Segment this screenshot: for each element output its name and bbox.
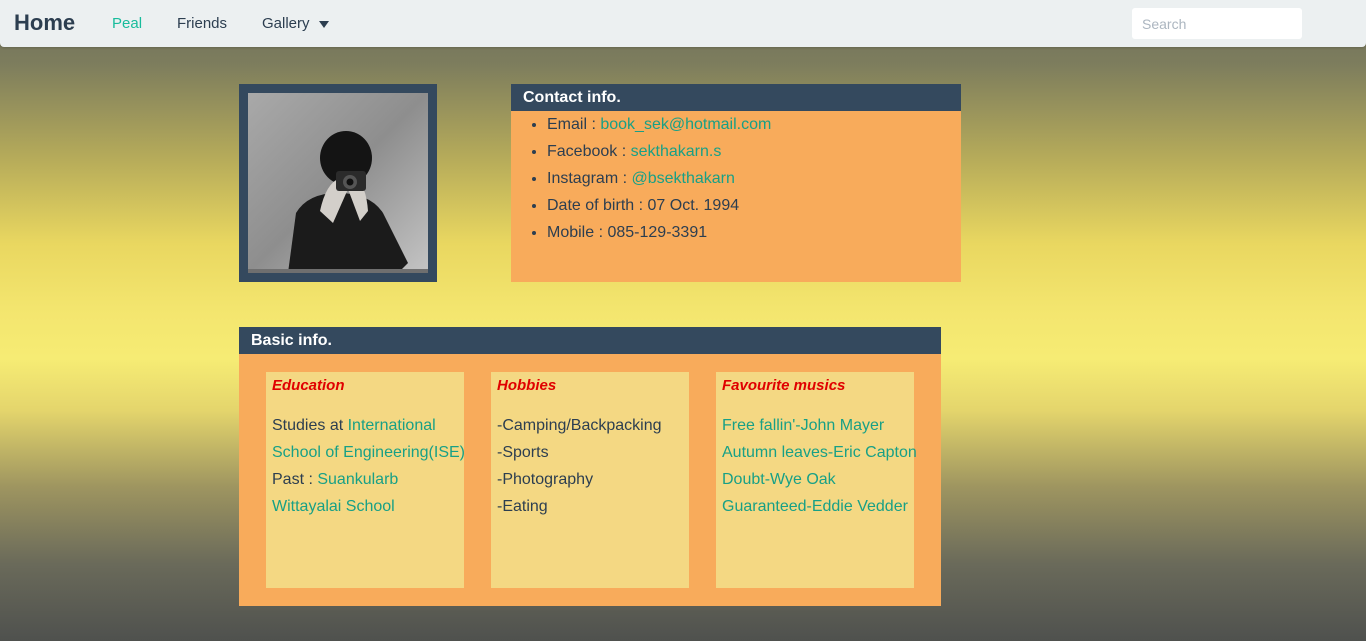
past-link-line2[interactable]: Wittayalai School bbox=[272, 498, 395, 515]
profile-photo bbox=[248, 93, 428, 273]
navbar: Home Peal Friends Gallery bbox=[0, 0, 1366, 47]
contact-list: Email : book_sek@hotmail.com Facebook : … bbox=[511, 111, 961, 246]
music-row: Guaranteed-Eddie Vedder bbox=[722, 493, 908, 520]
music-title: Favourite musics bbox=[722, 377, 846, 394]
basic-info-panel: Basic info. Education Studies at Interna… bbox=[239, 327, 941, 606]
contact-info-panel: Contact info. Email : book_sek@hotmail.c… bbox=[511, 84, 961, 282]
brand-home-link[interactable]: Home bbox=[14, 10, 75, 36]
contact-mobile: Mobile : 085-129-3391 bbox=[547, 219, 961, 246]
contact-info-title: Contact info. bbox=[511, 84, 961, 111]
music-link[interactable]: Autumn leaves-Eric Capton bbox=[722, 444, 917, 461]
education-body: Studies at International School of Engin… bbox=[272, 412, 465, 520]
education-title: Education bbox=[272, 377, 345, 394]
education-studies-line2: School of Engineering(ISE) bbox=[272, 439, 465, 466]
hobbies-list: -Camping/Backpacking -Sports -Photograph… bbox=[497, 412, 683, 520]
nav-link-friends[interactable]: Friends bbox=[177, 15, 227, 32]
education-past-line2: Wittayalai School bbox=[272, 493, 458, 520]
hobby-item: -Eating bbox=[497, 498, 548, 515]
music-row: Doubt-Wye Oak bbox=[722, 466, 908, 493]
contact-email: Email : book_sek@hotmail.com bbox=[547, 111, 961, 138]
music-link[interactable]: Doubt-Wye Oak bbox=[722, 471, 836, 488]
studies-prefix: Studies at bbox=[272, 417, 348, 434]
music-card: Favourite musics Free fallin'-John Mayer… bbox=[716, 372, 917, 588]
hobby-item: -Sports bbox=[497, 444, 549, 461]
contact-email-label: Email : bbox=[547, 116, 601, 133]
education-past: Past : Suankularb bbox=[272, 466, 458, 493]
hobbies-title: Hobbies bbox=[497, 377, 557, 394]
music-row: Autumn leaves-Eric Capton bbox=[722, 439, 917, 466]
nav-link-gallery-label: Gallery bbox=[262, 15, 310, 32]
hobby-item: -Camping/Backpacking bbox=[497, 417, 662, 434]
past-link-line1[interactable]: Suankularb bbox=[317, 471, 398, 488]
education-studies: Studies at International bbox=[272, 412, 458, 439]
past-prefix: Past : bbox=[272, 471, 318, 488]
contact-dob-value: 07 Oct. 1994 bbox=[647, 197, 740, 214]
instagram-link[interactable]: @bsekthakarn bbox=[631, 170, 734, 187]
studies-link-line2[interactable]: School of Engineering(ISE) bbox=[272, 444, 465, 461]
search-input[interactable] bbox=[1132, 8, 1302, 39]
contact-mobile-value: 085-129-3391 bbox=[607, 224, 708, 241]
profile-photo-frame bbox=[239, 84, 437, 282]
education-card: Education Studies at International Schoo… bbox=[266, 372, 465, 588]
basic-info-title: Basic info. bbox=[239, 327, 941, 354]
music-link[interactable]: Free fallin'-John Mayer bbox=[722, 417, 884, 434]
contact-dob-label: Date of birth : bbox=[547, 197, 648, 214]
hobby-item: -Photography bbox=[497, 471, 594, 488]
person-with-camera-icon bbox=[248, 93, 428, 273]
contact-instagram-label: Instagram : bbox=[547, 170, 632, 187]
contact-instagram: Instagram : @bsekthakarn bbox=[547, 165, 961, 192]
caret-down-icon bbox=[318, 20, 329, 28]
music-list: Free fallin'-John Mayer Autumn leaves-Er… bbox=[722, 412, 917, 520]
nav-dropdown-gallery[interactable]: Gallery bbox=[262, 15, 329, 32]
studies-link-line1[interactable]: International bbox=[348, 417, 436, 434]
nav-link-peal[interactable]: Peal bbox=[112, 15, 142, 32]
music-link[interactable]: Guaranteed-Eddie Vedder bbox=[722, 498, 908, 515]
hobbies-card: Hobbies -Camping/Backpacking -Sports -Ph… bbox=[491, 372, 689, 588]
contact-dob: Date of birth : 07 Oct. 1994 bbox=[547, 192, 961, 219]
contact-mobile-label: Mobile : bbox=[547, 224, 608, 241]
facebook-link[interactable]: sekthakarn.s bbox=[631, 143, 722, 160]
contact-facebook-label: Facebook : bbox=[547, 143, 631, 160]
music-row: Free fallin'-John Mayer bbox=[722, 412, 908, 439]
contact-facebook: Facebook : sekthakarn.s bbox=[547, 138, 961, 165]
email-link[interactable]: book_sek@hotmail.com bbox=[600, 116, 771, 133]
